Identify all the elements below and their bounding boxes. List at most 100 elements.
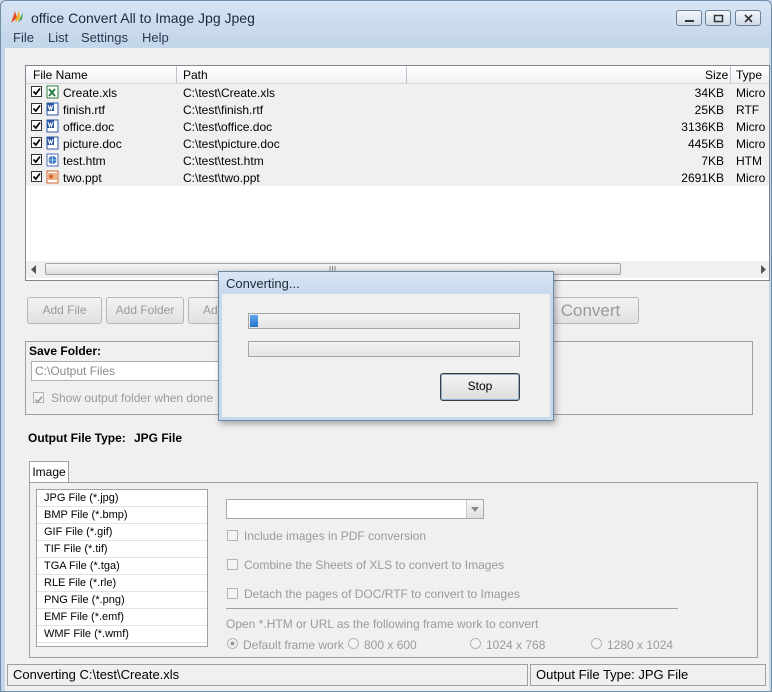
list-item[interactable]: PNG File (*.png) <box>37 592 207 609</box>
progress-bar-total <box>248 341 520 357</box>
file-name: office.doc <box>63 120 115 134</box>
include-pdf-label: Include images in PDF conversion <box>244 529 427 543</box>
output-type-value: JPG File <box>134 431 183 445</box>
menu-help[interactable]: Help <box>142 30 169 45</box>
combine-xls-checkbox[interactable] <box>227 559 238 570</box>
file-path: C:\test\finish.rtf <box>183 103 264 117</box>
list-item[interactable]: RLE File (*.rle) <box>37 575 207 592</box>
html-file-icon <box>46 153 59 167</box>
minimize-icon <box>685 20 694 22</box>
file-list[interactable]: File Name Path Size Type Create.xls C:\t… <box>25 65 770 281</box>
column-path[interactable]: Path <box>183 68 208 82</box>
radio-label-1280: 1280 x 1024 <box>607 638 674 652</box>
row-checkbox[interactable] <box>31 86 42 97</box>
list-item[interactable]: JPG File (*.jpg) <box>37 490 207 507</box>
menu-list[interactable]: List <box>48 30 68 45</box>
file-size: 2691KB <box>681 171 724 185</box>
table-row[interactable]: picture.doc C:\test\picture.doc 445KB Mi… <box>26 135 769 152</box>
row-checkbox[interactable] <box>31 120 42 131</box>
combine-xls-label: Combine the Sheets of XLS to convert to … <box>244 558 505 572</box>
status-converting: Converting C:\test\Create.xls <box>7 664 528 686</box>
menu-settings[interactable]: Settings <box>81 30 128 45</box>
word-file-icon <box>46 136 59 150</box>
column-divider[interactable] <box>406 66 407 83</box>
file-type: RTF <box>736 103 760 117</box>
file-rows: Create.xls C:\test\Create.xls 34KB Micro… <box>26 84 769 186</box>
file-list-header: File Name Path Size Type <box>26 66 769 84</box>
column-divider[interactable] <box>176 66 177 83</box>
table-row[interactable]: Create.xls C:\test\Create.xls 34KB Micro <box>26 84 769 101</box>
status-bar: Converting C:\test\Create.xls Output Fil… <box>5 662 769 691</box>
table-row[interactable]: office.doc C:\test\office.doc 3136KB Mic… <box>26 118 769 135</box>
word-file-icon <box>46 102 59 116</box>
minimize-button[interactable] <box>676 10 702 26</box>
file-type: HTM <box>736 154 762 168</box>
dialog-body: Stop <box>222 294 550 417</box>
file-type: Micro <box>736 171 766 185</box>
add-file-button[interactable]: Add File <box>27 297 102 324</box>
save-folder-input[interactable]: C:\Output Files <box>31 361 227 381</box>
stop-button[interactable]: Stop <box>440 373 520 401</box>
file-name: two.ppt <box>63 171 102 185</box>
list-item[interactable]: GIF File (*.gif) <box>37 524 207 541</box>
maximize-button[interactable] <box>705 10 731 26</box>
window-title: office Convert All to Image Jpg Jpeg <box>31 10 255 26</box>
column-size[interactable]: Size <box>705 68 728 82</box>
column-divider[interactable] <box>730 66 731 83</box>
save-folder-label: Save Folder: <box>29 344 102 358</box>
status-output-type: Output File Type: JPG File <box>530 664 766 686</box>
tab-image[interactable]: Image <box>29 461 69 483</box>
show-folder-checkbox[interactable] <box>33 392 44 404</box>
dialog-title: Converting... <box>226 276 300 291</box>
file-path: C:\test\test.htm <box>183 154 264 168</box>
menu-file[interactable]: File <box>13 30 34 45</box>
list-item[interactable]: BMP File (*.bmp) <box>37 507 207 524</box>
close-button[interactable] <box>735 10 761 26</box>
table-row[interactable]: test.htm C:\test\test.htm 7KB HTM <box>26 152 769 169</box>
file-name: picture.doc <box>63 137 122 151</box>
file-path: C:\test\two.ppt <box>183 171 260 185</box>
radio-label-1024: 1024 x 768 <box>486 638 546 652</box>
radio-1280x1024[interactable] <box>591 638 602 649</box>
list-item[interactable]: TIF File (*.tif) <box>37 541 207 558</box>
htm-frame-label: Open *.HTM or URL as the following frame… <box>226 617 539 631</box>
row-checkbox[interactable] <box>31 103 42 114</box>
image-type-list[interactable]: JPG File (*.jpg) BMP File (*.bmp) GIF Fi… <box>36 489 208 647</box>
option-select[interactable] <box>226 499 484 519</box>
file-path: C:\test\picture.doc <box>183 137 280 151</box>
file-size: 25KB <box>694 103 724 117</box>
column-type[interactable]: Type <box>736 68 762 82</box>
row-checkbox[interactable] <box>31 154 42 165</box>
file-type: Micro <box>736 86 766 100</box>
select-arrow[interactable] <box>466 500 483 518</box>
radio-default-frame[interactable] <box>227 638 238 649</box>
powerpoint-file-icon <box>46 170 59 184</box>
detach-doc-checkbox[interactable] <box>227 588 238 599</box>
close-icon <box>744 14 753 23</box>
file-size: 445KB <box>687 137 724 151</box>
list-item[interactable]: TGA File (*.tga) <box>37 558 207 575</box>
convert-button[interactable]: Convert <box>542 297 639 324</box>
list-item[interactable]: WMF File (*.wmf) <box>37 626 207 643</box>
output-type-label: Output File Type: <box>28 431 126 445</box>
column-file-name[interactable]: File Name <box>33 68 88 82</box>
table-row[interactable]: two.ppt C:\test\two.ppt 2691KB Micro <box>26 169 769 186</box>
title-bar[interactable]: office Convert All to Image Jpg Jpeg <box>1 1 771 31</box>
file-name: finish.rtf <box>63 103 106 117</box>
file-size: 34KB <box>694 86 724 100</box>
row-checkbox[interactable] <box>31 137 42 148</box>
radio-1024x768[interactable] <box>470 638 481 649</box>
progress-bar-file <box>248 313 520 329</box>
add-folder-button[interactable]: Add Folder <box>106 297 184 324</box>
image-tab-panel: JPG File (*.jpg) BMP File (*.bmp) GIF Fi… <box>29 482 758 658</box>
table-row[interactable]: finish.rtf C:\test\finish.rtf 25KB RTF <box>26 101 769 118</box>
row-checkbox[interactable] <box>31 171 42 182</box>
file-name: Create.xls <box>63 86 118 100</box>
list-item[interactable]: EMF File (*.emf) <box>37 609 207 626</box>
detach-doc-label: Detach the pages of DOC/RTF to convert t… <box>244 587 520 601</box>
excel-file-icon <box>46 85 59 99</box>
scroll-left-icon[interactable] <box>30 265 38 274</box>
include-pdf-checkbox[interactable] <box>227 530 238 541</box>
scroll-right-icon[interactable] <box>759 265 767 274</box>
radio-800x600[interactable] <box>348 638 359 649</box>
